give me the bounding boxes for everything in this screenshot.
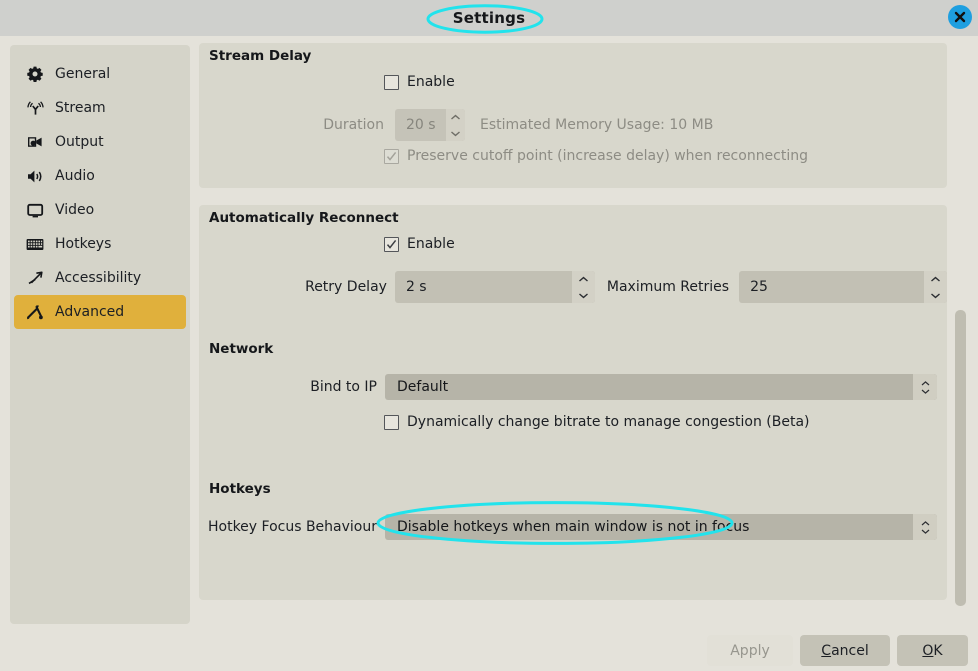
stream-delay-panel: Stream Delay Enable Duration 20 s Estima… [199, 43, 947, 188]
ok-rest: K [933, 642, 943, 659]
checkbox-box [384, 148, 399, 164]
close-icon[interactable] [948, 5, 972, 29]
vertical-scrollbar-thumb[interactable] [955, 310, 966, 606]
duration-value: 20 s [406, 117, 436, 133]
sidebar-item-label: Audio [55, 168, 95, 184]
sidebar-item-general[interactable]: General [14, 57, 186, 91]
max-retries-stepper[interactable] [924, 271, 947, 303]
sidebar-item-label: Output [55, 134, 104, 150]
duration-label: Duration [323, 117, 384, 133]
settings-scroll-area: Stream Delay Enable Duration 20 s Estima… [199, 43, 947, 623]
settings-sidebar: General Stream Output Audio Video Hotkey… [10, 45, 190, 624]
stream-delay-enable-checkbox[interactable]: Enable [384, 74, 455, 90]
chevron-up-icon[interactable] [446, 109, 465, 125]
combo-chevron-icon[interactable] [913, 374, 937, 400]
sidebar-item-video[interactable]: Video [14, 193, 186, 227]
bind-to-ip-label: Bind to IP [310, 379, 377, 395]
keyboard-icon [25, 234, 45, 254]
section-title-hotkeys: Hotkeys [209, 481, 271, 497]
hotkey-focus-behaviour-combobox[interactable]: Disable hotkeys when main window is not … [385, 514, 937, 540]
checkbox-box [384, 74, 399, 90]
chevron-up-icon[interactable] [572, 271, 595, 287]
max-retries-label: Maximum Retries [606, 279, 730, 295]
cancel-rest: ancel [831, 642, 869, 659]
estimated-memory-usage-text: Estimated Memory Usage: 10 MB [480, 117, 714, 133]
tools-icon [25, 302, 45, 322]
sidebar-item-accessibility[interactable]: Accessibility [14, 261, 186, 295]
chevron-up-icon[interactable] [924, 271, 947, 287]
combo-chevron-icon[interactable] [913, 514, 937, 540]
retry-delay-value: 2 s [405, 279, 427, 295]
sidebar-item-advanced[interactable]: Advanced [14, 295, 186, 329]
sidebar-item-stream[interactable]: Stream [14, 91, 186, 125]
chevron-down-icon[interactable] [446, 125, 465, 141]
cancel-button[interactable]: Cancel [800, 635, 890, 666]
chevron-down-icon[interactable] [572, 287, 595, 303]
sidebar-item-label: Stream [55, 100, 106, 116]
title-bar: Settings [0, 0, 978, 36]
hotkeys-panel: Hotkeys Hotkey Focus Behaviour Disable h… [199, 476, 947, 600]
retry-delay-label: Retry Delay [305, 279, 387, 295]
cancel-accel: C [821, 642, 832, 659]
sidebar-item-label: Advanced [55, 304, 125, 320]
ok-button[interactable]: OK [897, 635, 968, 666]
retry-delay-stepper[interactable] [571, 271, 595, 303]
dialog-footer: Apply Cancel OK [0, 631, 978, 671]
section-title-network: Network [209, 341, 274, 357]
gear-icon [25, 64, 45, 84]
max-retries-value: 25 [750, 279, 768, 295]
broadcast-icon [25, 98, 45, 118]
network-panel: Network Bind to IP Default Dynamically c… [199, 336, 947, 491]
page-title: Settings [452, 9, 526, 27]
section-title-auto-reconnect: Automatically Reconnect [209, 210, 399, 226]
sidebar-item-output[interactable]: Output [14, 125, 186, 159]
duration-stepper[interactable] [446, 109, 465, 141]
sidebar-item-label: Accessibility [55, 270, 142, 286]
checkbox-box [384, 236, 399, 252]
section-title-stream-delay: Stream Delay [209, 48, 312, 64]
preserve-cutoff-checkbox[interactable]: Preserve cutoff point (increase delay) w… [384, 148, 808, 164]
checkbox-label: Enable [407, 74, 455, 90]
chevron-down-icon[interactable] [924, 287, 947, 303]
hotkey-focus-behaviour-value: Disable hotkeys when main window is not … [397, 519, 750, 535]
accessibility-icon [25, 268, 45, 288]
sidebar-item-label: Video [55, 202, 95, 218]
checkbox-label: Dynamically change bitrate to manage con… [407, 414, 810, 430]
apply-button[interactable]: Apply [707, 635, 793, 666]
dynamic-bitrate-checkbox[interactable]: Dynamically change bitrate to manage con… [384, 414, 810, 430]
sidebar-item-audio[interactable]: Audio [14, 159, 186, 193]
hotkey-focus-behaviour-label: Hotkey Focus Behaviour [207, 519, 377, 535]
checkbox-label: Enable [407, 236, 455, 252]
duration-spinbox[interactable]: 20 s [395, 109, 465, 141]
speaker-icon [25, 166, 45, 186]
sidebar-item-label: Hotkeys [55, 236, 112, 252]
video-camera-icon [25, 132, 45, 152]
bind-to-ip-value: Default [397, 379, 449, 395]
auto-reconnect-enable-checkbox[interactable]: Enable [384, 236, 455, 252]
monitor-icon [25, 200, 45, 220]
bind-to-ip-combobox[interactable]: Default [385, 374, 937, 400]
sidebar-item-hotkeys[interactable]: Hotkeys [14, 227, 186, 261]
checkbox-label: Preserve cutoff point (increase delay) w… [407, 148, 809, 164]
retry-delay-spinbox[interactable]: 2 s [394, 271, 595, 303]
ok-accel: O [922, 642, 934, 659]
checkbox-box [384, 414, 399, 430]
max-retries-spinbox[interactable]: 25 [739, 271, 947, 303]
sidebar-item-label: General [55, 66, 111, 82]
